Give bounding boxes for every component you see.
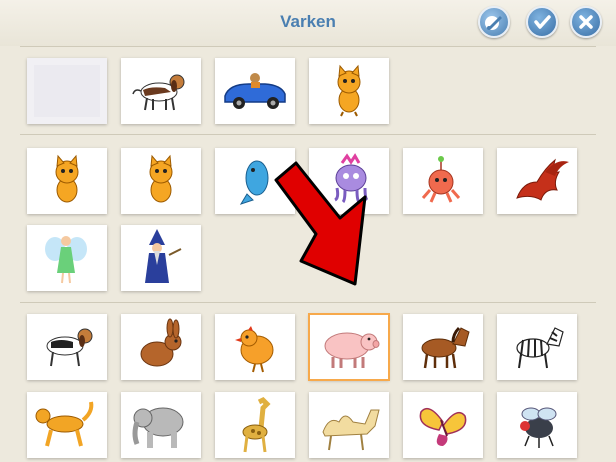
arrow-annotation (274, 161, 367, 286)
